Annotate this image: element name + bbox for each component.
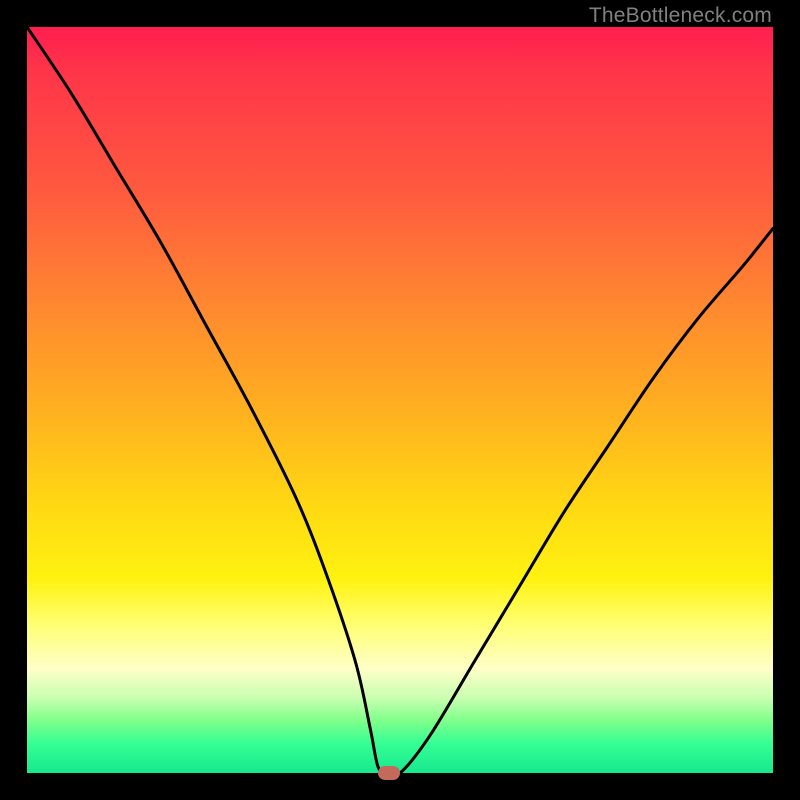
chart-frame: TheBottleneck.com (0, 0, 800, 800)
plot-area (27, 27, 773, 773)
optimum-marker (378, 766, 400, 780)
watermark-text: TheBottleneck.com (589, 4, 772, 28)
bottleneck-curve (27, 27, 773, 773)
